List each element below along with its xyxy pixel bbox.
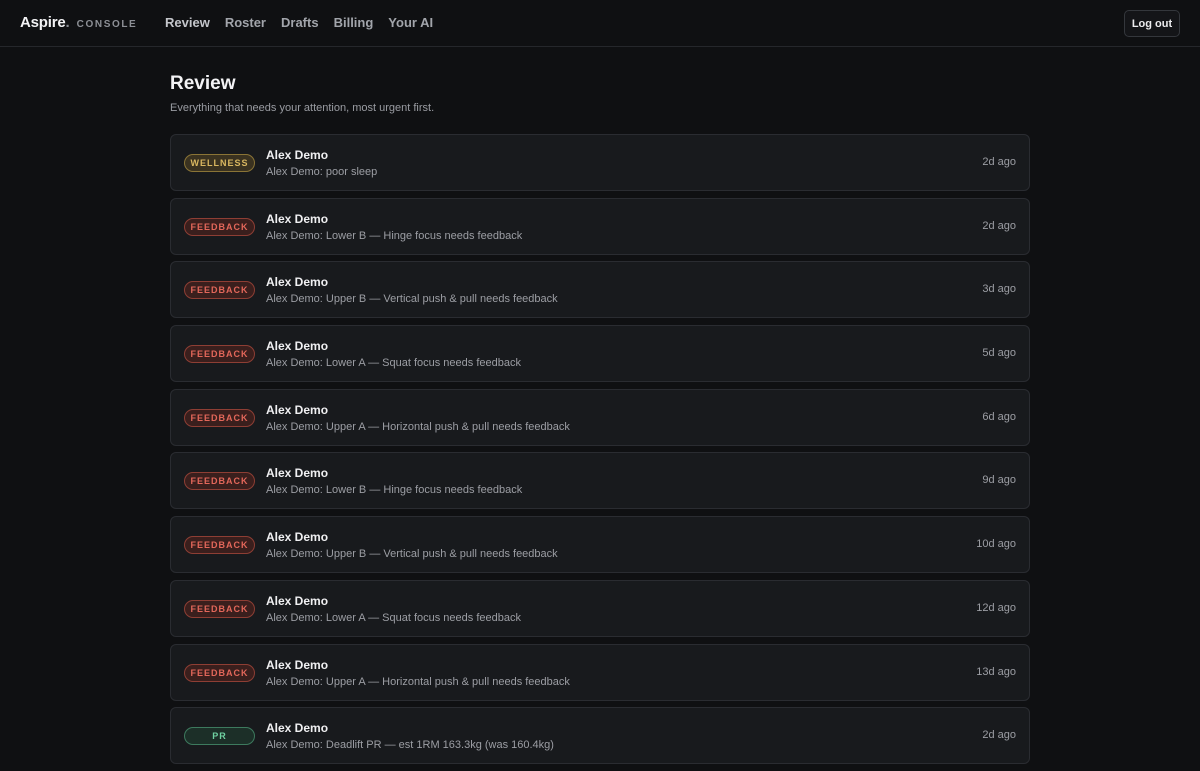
brand-name: Aspire [20,14,66,31]
client-name: Alex Demo [266,211,329,226]
client-name: Alex Demo [266,339,329,354]
feedback-badge: FEEDBACK [184,217,255,236]
item-timestamp: 2d ago [982,219,1016,232]
feedback-badge: FEEDBACK [184,345,255,364]
item-timestamp: 3d ago [982,283,1016,296]
brand-dot: . [65,14,70,31]
client-name: Alex Demo [266,593,329,608]
nav-roster[interactable]: Roster [225,15,266,30]
item-detail: Alex Demo: Lower A — Squat focus needs f… [266,357,521,370]
nav-review[interactable]: Review [165,15,210,30]
brand-logo[interactable]: Aspire . CONSOLE [20,14,137,31]
review-list: WELLNESS Alex Demo Alex Demo: poor sleep… [170,134,1030,771]
review-item[interactable]: FEEDBACK Alex Demo Alex Demo: Lower A — … [170,579,1030,637]
nav-billing[interactable]: Billing [334,15,374,30]
review-item[interactable]: FEEDBACK Alex Demo Alex Demo: Upper B — … [170,261,1030,319]
client-name: Alex Demo [266,402,329,417]
feedback-badge: FEEDBACK [184,663,255,682]
item-detail: Alex Demo: Deadlift PR — est 1RM 163.3kg… [266,739,554,752]
item-detail: Alex Demo: poor sleep [266,166,378,178]
pr-badge: PR [184,727,255,746]
review-item[interactable]: FEEDBACK Alex Demo Alex Demo: Upper A — … [170,388,1030,446]
item-timestamp: 12d ago [976,601,1016,614]
feedback-badge: FEEDBACK [184,536,255,555]
item-detail: Alex Demo: Upper A — Horizontal push & p… [266,675,570,688]
feedback-badge: FEEDBACK [184,472,255,491]
client-name: Alex Demo [266,466,329,481]
review-item[interactable]: FEEDBACK Alex Demo Alex Demo: Upper A — … [170,643,1030,701]
feedback-badge: FEEDBACK [184,408,255,427]
item-timestamp: 5d ago [982,347,1016,360]
page-subtitle: Everything that needs your attention, mo… [170,102,435,114]
item-detail: Alex Demo: Lower B — Hinge focus needs f… [266,229,523,242]
item-timestamp: 13d ago [976,665,1016,678]
item-detail: Alex Demo: Upper A — Horizontal push & p… [266,420,570,433]
item-timestamp: 2d ago [982,729,1016,742]
client-name: Alex Demo [266,148,329,162]
nav-your-ai[interactable]: Your AI [388,15,433,30]
review-item[interactable]: FEEDBACK Alex Demo Alex Demo: Lower A — … [170,325,1030,383]
feedback-badge: FEEDBACK [184,599,255,618]
page-title: Review [170,73,236,94]
review-item[interactable]: FEEDBACK Alex Demo Alex Demo: Lower B — … [170,197,1030,255]
main-nav: Review Roster Drafts Billing Your AI [165,15,433,30]
client-name: Alex Demo [266,530,329,545]
review-item[interactable]: FEEDBACK Alex Demo Alex Demo: Upper B — … [170,516,1030,574]
review-item[interactable]: WELLNESS Alex Demo Alex Demo: poor sleep… [170,134,1030,191]
client-name: Alex Demo [266,721,329,736]
item-timestamp: 10d ago [976,538,1016,551]
item-timestamp: 9d ago [982,474,1016,487]
client-name: Alex Demo [266,657,329,672]
client-name: Alex Demo [266,275,329,290]
brand-subtitle: CONSOLE [76,19,138,30]
nav-drafts[interactable]: Drafts [281,15,319,30]
item-timestamp: 6d ago [982,410,1016,423]
item-detail: Alex Demo: Lower A — Squat focus needs f… [266,611,521,624]
review-item[interactable]: PR Alex Demo Alex Demo: Deadlift PR — es… [170,707,1030,765]
item-timestamp: 2d ago [982,156,1016,168]
feedback-badge: FEEDBACK [184,281,255,300]
item-detail: Alex Demo: Upper B — Vertical push & pul… [266,293,558,306]
top-bar: Aspire . CONSOLE Review Roster Drafts Bi… [0,0,1200,47]
wellness-badge: WELLNESS [184,154,255,172]
logout-button[interactable]: Log out [1124,10,1180,37]
review-item[interactable]: FEEDBACK Alex Demo Alex Demo: Lower B — … [170,452,1030,510]
item-detail: Alex Demo: Lower B — Hinge focus needs f… [266,484,523,497]
item-detail: Alex Demo: Upper B — Vertical push & pul… [266,548,558,561]
